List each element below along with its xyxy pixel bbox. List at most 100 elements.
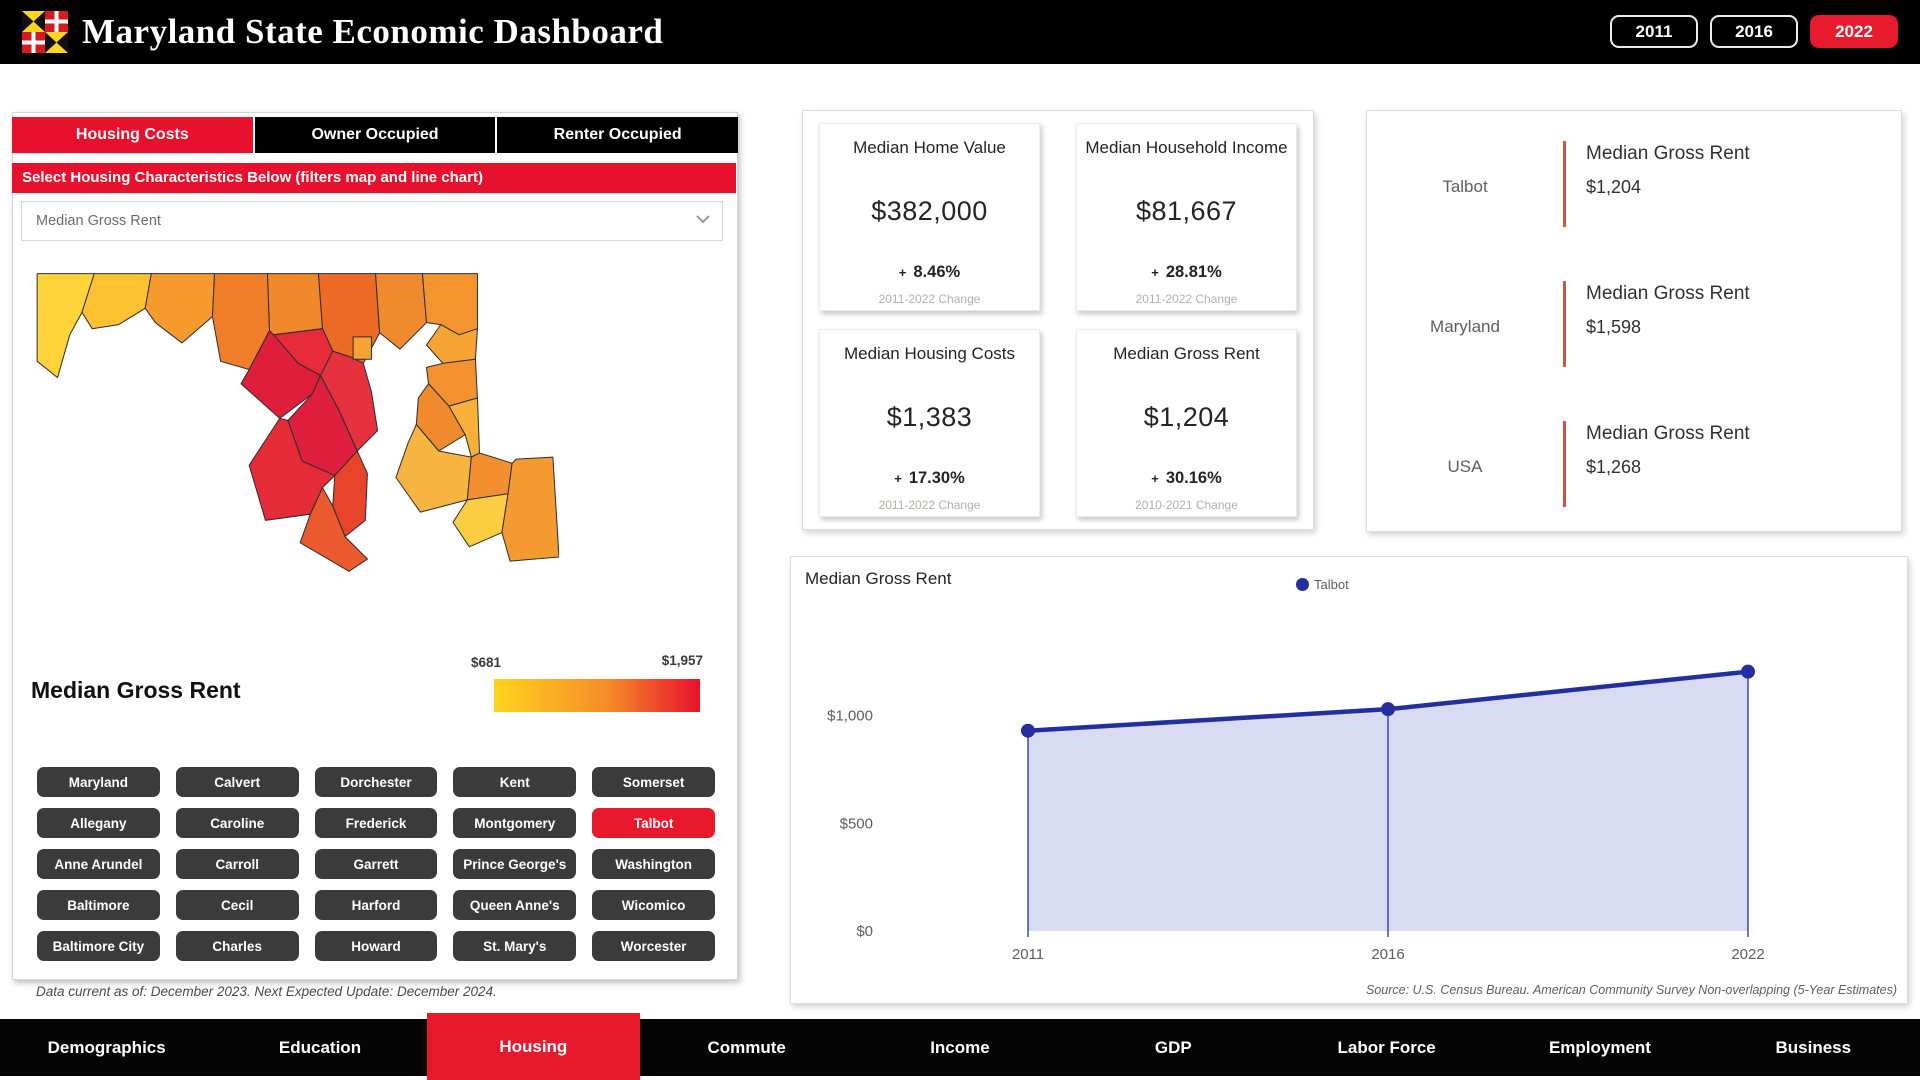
- county-button-calvert[interactable]: Calvert: [176, 767, 299, 797]
- plus-icon: +: [1151, 471, 1159, 486]
- legend-max-label: $1,957: [662, 653, 703, 668]
- county-button-charles[interactable]: Charles: [176, 931, 299, 961]
- dropdown-selected-value: Median Gross Rent: [36, 213, 161, 229]
- legend-min-label: $681: [471, 655, 501, 670]
- year-button-2022[interactable]: 2022: [1810, 15, 1898, 48]
- map-region-carroll[interactable]: [268, 274, 323, 335]
- county-button-baltimore[interactable]: Baltimore: [37, 890, 160, 920]
- nav-item-demographics[interactable]: Demographics: [0, 1019, 213, 1076]
- county-button-talbot[interactable]: Talbot: [592, 808, 715, 838]
- plus-icon: +: [1151, 265, 1159, 280]
- county-button-wicomico[interactable]: Wicomico: [592, 890, 715, 920]
- maryland-map-svg[interactable]: [29, 265, 559, 637]
- kpi-title: Median Gross Rent: [1113, 344, 1259, 364]
- nav-item-housing[interactable]: Housing: [427, 1013, 640, 1080]
- tab-renter-occupied[interactable]: Renter Occupied: [497, 117, 738, 153]
- comparison-metric-value: $1,598: [1586, 317, 1750, 338]
- kpi-title: Median Home Value: [853, 138, 1006, 158]
- maryland-flag-icon: [22, 11, 68, 53]
- map-region-worcester[interactable]: [502, 457, 559, 561]
- map-region-baltimore-city[interactable]: [353, 337, 371, 359]
- legend-dot-icon: [1296, 578, 1309, 591]
- region-comparison-panel: Talbot Median Gross Rent $1,204 Maryland…: [1366, 110, 1902, 532]
- comparison-region-label: Maryland: [1367, 317, 1563, 337]
- comparison-row-maryland: Maryland Median Gross Rent $1,598: [1367, 275, 1901, 379]
- comparison-row-talbot: Talbot Median Gross Rent $1,204: [1367, 135, 1901, 239]
- plus-icon: +: [894, 471, 902, 486]
- data-point-2011: [1021, 724, 1035, 738]
- nav-item-business[interactable]: Business: [1707, 1019, 1920, 1076]
- county-button-frederick[interactable]: Frederick: [315, 808, 438, 838]
- comparison-row-usa: USA Median Gross Rent $1,268: [1367, 415, 1901, 519]
- kpi-card-median-housing-costs: Median Housing Costs $1,383 +17.30% 2011…: [819, 329, 1040, 517]
- map-region-cecil[interactable]: [422, 274, 477, 335]
- map-region-harford[interactable]: [376, 274, 427, 349]
- county-button-allegany[interactable]: Allegany: [37, 808, 160, 838]
- median-gross-rent-chart-card: Median Gross Rent Talbot $0$500$1,000201…: [790, 556, 1908, 1004]
- filter-instruction-banner: Select Housing Characteristics Below (fi…: [12, 163, 736, 193]
- kpi-title: Median Housing Costs: [844, 344, 1015, 364]
- kpi-value: $1,204: [1144, 402, 1230, 433]
- kpi-period: 2011-2022 Change: [1136, 292, 1238, 306]
- year-button-2016[interactable]: 2016: [1710, 15, 1798, 48]
- county-button-garrett[interactable]: Garrett: [315, 849, 438, 879]
- kpi-change: +30.16%: [1151, 469, 1222, 488]
- housing-characteristic-dropdown[interactable]: Median Gross Rent: [21, 201, 723, 241]
- kpi-card-container: Median Home Value $382,000 +8.46% 2011-2…: [802, 110, 1314, 530]
- county-button-caroline[interactable]: Caroline: [176, 808, 299, 838]
- county-button-washington[interactable]: Washington: [592, 849, 715, 879]
- data-point-2022: [1741, 665, 1755, 679]
- svg-text:2016: 2016: [1371, 946, 1404, 963]
- kpi-title: Median Household Income: [1085, 138, 1287, 158]
- county-button-carroll[interactable]: Carroll: [176, 849, 299, 879]
- color-scale-legend: [494, 679, 700, 712]
- chevron-down-icon: [696, 214, 710, 224]
- svg-text:2011: 2011: [1012, 946, 1044, 963]
- kpi-value: $1,383: [887, 402, 973, 433]
- map-region-wicomico[interactable]: [467, 453, 512, 500]
- nav-item-commute[interactable]: Commute: [640, 1019, 853, 1076]
- kpi-period: 2010-2021 Change: [1135, 498, 1238, 512]
- county-button-harford[interactable]: Harford: [315, 890, 438, 920]
- chart-legend: Talbot: [1296, 577, 1349, 592]
- nav-item-education[interactable]: Education: [213, 1019, 426, 1076]
- kpi-change: +28.81%: [1151, 263, 1222, 282]
- county-button-howard[interactable]: Howard: [315, 931, 438, 961]
- county-button-maryland[interactable]: Maryland: [37, 767, 160, 797]
- county-button-grid: Maryland Calvert Dorchester Kent Somerset All…: [37, 767, 715, 961]
- county-button-worcester[interactable]: Worcester: [592, 931, 715, 961]
- nav-item-employment[interactable]: Employment: [1493, 1019, 1706, 1076]
- kpi-change: +8.46%: [899, 263, 960, 282]
- kpi-card-median-gross-rent: Median Gross Rent $1,204 +30.16% 2010-20…: [1076, 329, 1297, 517]
- county-button-queen-anne-s[interactable]: Queen Anne's: [453, 890, 576, 920]
- county-button-st-mary-s[interactable]: St. Mary's: [453, 931, 576, 961]
- svg-text:$1,000: $1,000: [827, 708, 873, 725]
- map-region-garrett[interactable]: [37, 274, 94, 378]
- tab-housing-costs[interactable]: Housing Costs: [12, 117, 255, 153]
- nav-item-income[interactable]: Income: [853, 1019, 1066, 1076]
- year-button-2011[interactable]: 2011: [1610, 15, 1698, 48]
- svg-text:2022: 2022: [1731, 946, 1764, 963]
- nav-item-labor-force[interactable]: Labor Force: [1280, 1019, 1493, 1076]
- county-button-montgomery[interactable]: Montgomery: [453, 808, 576, 838]
- county-button-dorchester[interactable]: Dorchester: [315, 767, 438, 797]
- county-button-cecil[interactable]: Cecil: [176, 890, 299, 920]
- page-title: Maryland State Economic Dashboard: [82, 0, 663, 64]
- county-button-kent[interactable]: Kent: [453, 767, 576, 797]
- tab-owner-occupied[interactable]: Owner Occupied: [255, 117, 498, 153]
- county-button-anne-arundel[interactable]: Anne Arundel: [37, 849, 160, 879]
- county-button-somerset[interactable]: Somerset: [592, 767, 715, 797]
- map-region-allegany[interactable]: [82, 274, 151, 329]
- header-bar: Maryland State Economic Dashboard 2011 2…: [0, 0, 1920, 64]
- county-button-prince-george-s[interactable]: Prince George's: [453, 849, 576, 879]
- comparison-metric-value: $1,268: [1586, 457, 1750, 478]
- comparison-metric-label: Median Gross Rent: [1586, 283, 1750, 305]
- county-button-baltimore-city[interactable]: Baltimore City: [37, 931, 160, 961]
- line-chart[interactable]: $0$500$1,000201120162022: [803, 601, 1893, 963]
- kpi-change: +17.30%: [894, 469, 965, 488]
- kpi-value: $382,000: [871, 196, 988, 227]
- maryland-choropleth-map: [29, 265, 559, 637]
- nav-item-gdp[interactable]: GDP: [1067, 1019, 1280, 1076]
- map-region-washington[interactable]: [145, 274, 214, 343]
- kpi-period: 2011-2022 Change: [879, 292, 981, 306]
